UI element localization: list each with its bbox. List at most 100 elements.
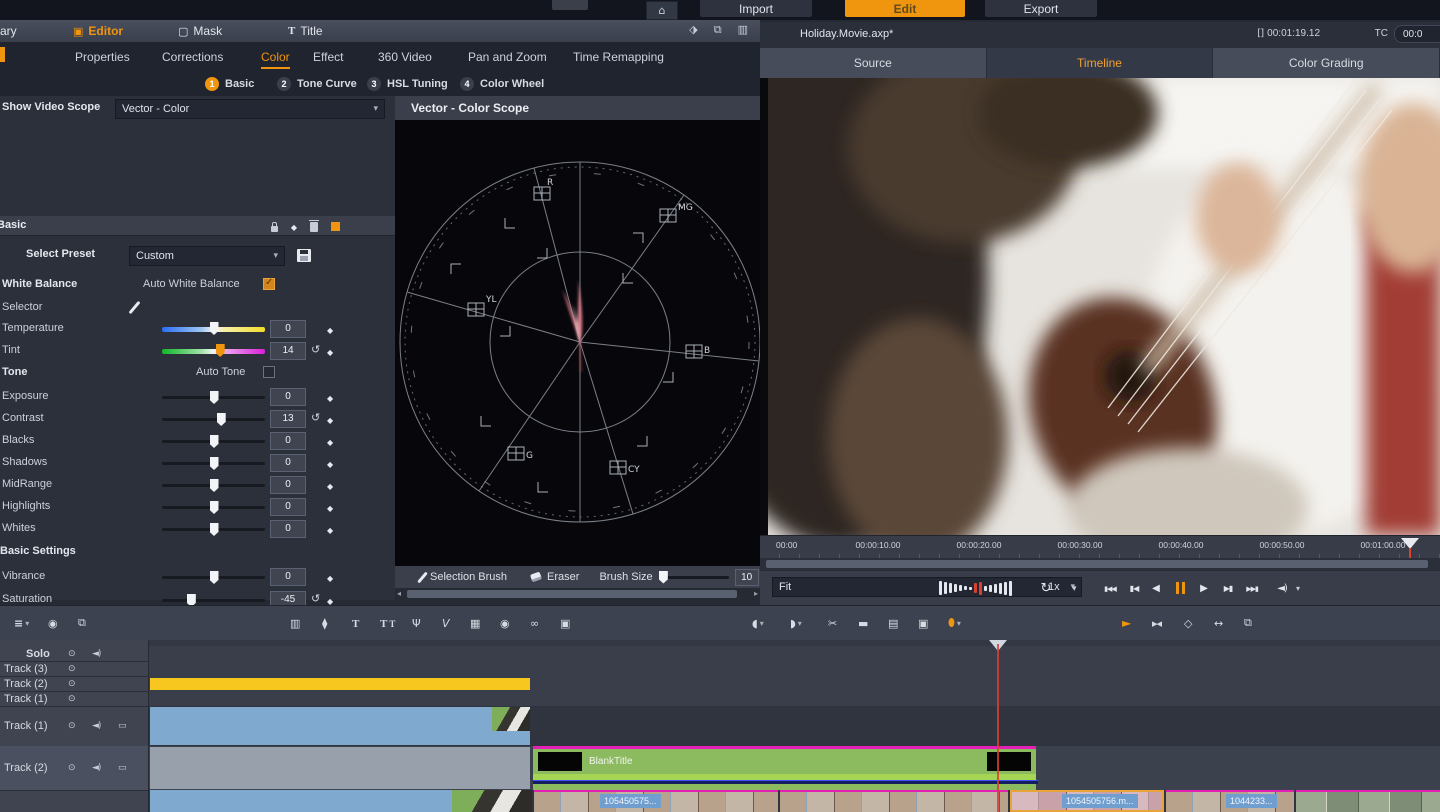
step-color-wheel[interactable]: 4Color Wheel	[460, 72, 544, 96]
monitor-icon[interactable]	[118, 721, 127, 731]
whites-value[interactable]: 0	[270, 520, 306, 538]
step-tone-curve[interactable]: 2Tone Curve	[277, 72, 357, 96]
volume-button[interactable]	[1272, 578, 1292, 598]
slider-thumb[interactable]	[210, 523, 219, 536]
slider-thumb[interactable]	[210, 501, 219, 514]
track-header-fx3[interactable]: Track (3)	[0, 661, 148, 677]
tab-source[interactable]: Source	[760, 48, 987, 78]
eraser-button[interactable]: Eraser	[531, 571, 579, 583]
shadows-value[interactable]: 0	[270, 454, 306, 472]
eye-icon[interactable]	[68, 694, 76, 704]
tab-properties[interactable]: Properties	[75, 42, 130, 72]
previous-frame-button[interactable]	[1124, 578, 1144, 598]
play-reverse-button[interactable]	[1146, 578, 1166, 598]
pause-button[interactable]	[1170, 578, 1190, 598]
highlights-value[interactable]: 0	[270, 498, 306, 516]
track-header-video2[interactable]: Track (2)	[0, 746, 148, 791]
tab-library[interactable]: ary	[0, 20, 17, 42]
temperature-slider[interactable]	[162, 327, 265, 332]
stretch-tool-button[interactable]	[1214, 614, 1223, 632]
scope-mode-dropdown[interactable]: Vector - Color	[115, 99, 385, 119]
eye-icon[interactable]	[68, 721, 76, 731]
slider-thumb[interactable]	[210, 435, 219, 448]
midrange-value[interactable]: 0	[270, 476, 306, 494]
tab-editor[interactable]: ▣Editor	[73, 20, 123, 42]
exposure-value[interactable]: 0	[270, 388, 306, 406]
keyframe-diamond-icon[interactable]	[327, 435, 333, 448]
dual-view-icon[interactable]: ▥	[738, 23, 748, 37]
track-header-fx2[interactable]: Track (2)	[0, 676, 148, 692]
record-button[interactable]	[48, 614, 58, 632]
slider-thumb[interactable]	[659, 571, 668, 584]
tint-value[interactable]: 14	[270, 342, 306, 360]
jump-to-start-button[interactable]	[1100, 578, 1120, 598]
reset-icon[interactable]	[311, 343, 320, 356]
360-button[interactable]	[500, 614, 510, 632]
delete-clip-button[interactable]	[858, 614, 868, 632]
subtitle-tool-button[interactable]	[380, 614, 395, 632]
preview-ruler[interactable]: 00:00 00:00:10.00 00:00:20.00 00:00:30.0…	[760, 535, 1440, 559]
slider-thumb[interactable]	[210, 322, 219, 335]
fullscreen-timeline-button[interactable]	[1244, 614, 1252, 632]
import-button[interactable]: Import	[700, 0, 812, 17]
reset-icon[interactable]	[311, 592, 320, 605]
home-button[interactable]: ⌂	[646, 1, 678, 20]
tint-slider[interactable]	[162, 349, 265, 354]
keyframe-tool-button[interactable]	[322, 614, 327, 632]
temperature-value[interactable]: 0	[270, 320, 306, 338]
auto-white-balance-checkbox[interactable]	[263, 278, 275, 290]
tab-color[interactable]: Color	[261, 42, 290, 72]
scrollbar-thumb[interactable]	[407, 590, 737, 598]
track-header-video1[interactable]: Track (1)	[0, 706, 148, 747]
compare-icon[interactable]: ⬗	[689, 23, 697, 37]
keyframe-diamond-icon[interactable]	[327, 323, 333, 336]
tab-mask[interactable]: ▢Mask	[178, 20, 222, 42]
eye-icon[interactable]	[68, 679, 76, 689]
brush-size-slider[interactable]	[659, 576, 729, 579]
video-clip-track2[interactable]	[150, 747, 530, 789]
blacks-slider[interactable]	[162, 440, 265, 443]
bottom-clip-dog[interactable]	[452, 790, 532, 812]
contrast-slider[interactable]	[162, 418, 265, 421]
tab-timeline[interactable]: Timeline	[987, 48, 1214, 78]
monitor-icon[interactable]	[118, 763, 127, 773]
keyframe-diamond-icon[interactable]	[291, 220, 297, 233]
video-clip-track1[interactable]	[150, 707, 530, 745]
bottom-clip-b[interactable]	[780, 790, 1008, 812]
whites-slider[interactable]	[162, 528, 265, 531]
eye-icon[interactable]	[68, 649, 76, 659]
tab-360-video[interactable]: 360 Video	[378, 42, 432, 72]
tab-pan-and-zoom[interactable]: Pan and Zoom	[468, 42, 547, 72]
speed-chevron-icon[interactable]	[1072, 584, 1077, 594]
duplicate-button[interactable]	[78, 614, 86, 632]
trim-out-button[interactable]	[790, 614, 802, 632]
preset-dropdown[interactable]: Custom	[129, 246, 285, 266]
eye-icon[interactable]	[68, 763, 76, 773]
speaker-icon[interactable]	[92, 763, 100, 773]
save-preset-icon[interactable]	[297, 249, 311, 262]
timecode-field[interactable]: 00:0	[1394, 25, 1440, 43]
slider-thumb[interactable]	[216, 344, 225, 357]
eyedropper-icon[interactable]	[129, 301, 141, 314]
next-frame-button[interactable]	[1218, 578, 1238, 598]
vibrance-slider[interactable]	[162, 576, 265, 579]
selection-brush-button[interactable]: Selection Brush	[421, 571, 507, 584]
keyframe-diamond-icon[interactable]	[327, 523, 333, 536]
video-preview[interactable]	[760, 78, 1440, 535]
scroll-left-icon[interactable]: ◂	[397, 589, 401, 598]
slider-thumb[interactable]	[210, 457, 219, 470]
razor-button[interactable]	[828, 614, 837, 632]
slider-thumb[interactable]	[217, 413, 226, 426]
trash-icon[interactable]	[310, 222, 318, 232]
audio-mixer-button[interactable]	[290, 614, 300, 632]
keyframe-diamond-icon[interactable]	[327, 391, 333, 404]
keyframe-diamond-icon[interactable]	[327, 413, 333, 426]
basic-section-header[interactable]: Basic	[0, 216, 395, 236]
brush-size-value[interactable]: 10	[735, 569, 759, 586]
lock-icon[interactable]	[271, 226, 278, 232]
multicam-button[interactable]	[470, 614, 480, 632]
jump-to-end-button[interactable]	[1242, 578, 1262, 598]
play-button[interactable]	[1194, 578, 1214, 598]
scroll-right-icon[interactable]: ▸	[754, 589, 758, 598]
fx-track-1-lane[interactable]	[148, 691, 1440, 707]
